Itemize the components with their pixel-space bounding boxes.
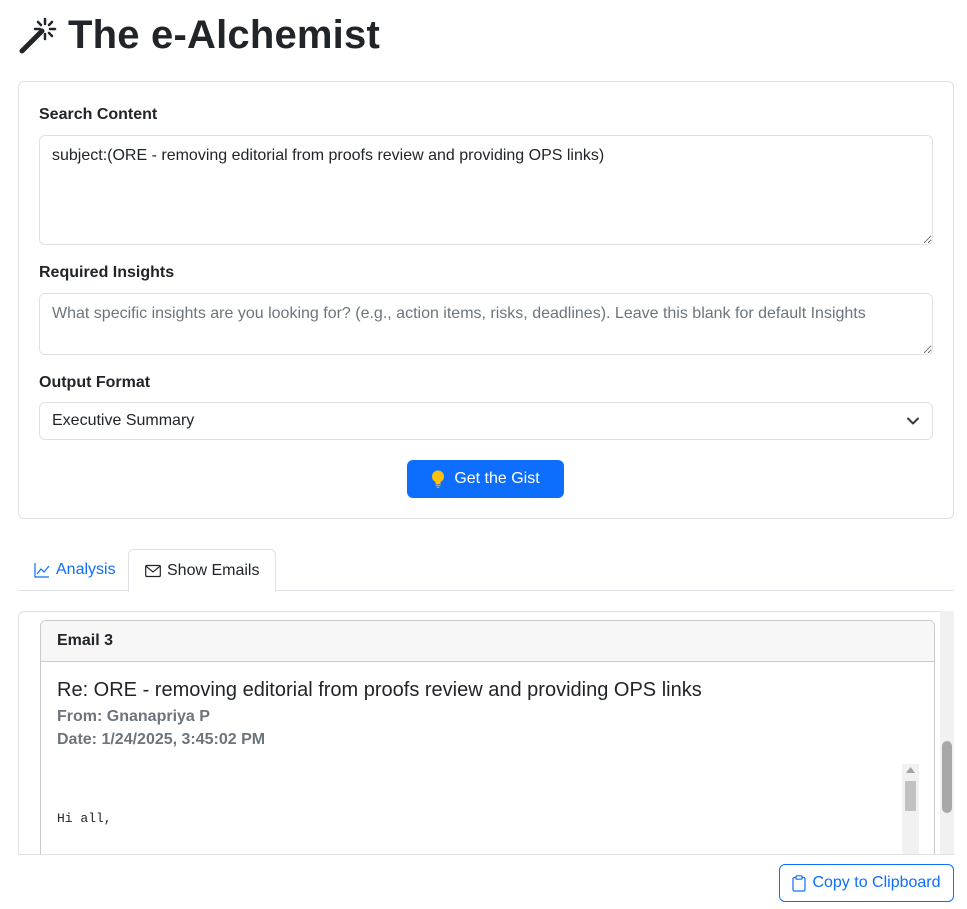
email-body-scroll-thumb[interactable] <box>905 781 916 811</box>
email-subject: Re: ORE - removing editorial from proofs… <box>57 679 702 701</box>
envelope-icon <box>145 564 161 577</box>
get-gist-button[interactable]: Get the Gist <box>407 460 564 498</box>
magic-wand-icon <box>19 17 57 54</box>
email-body[interactable]: Hi all, Please make sure that the new te… <box>57 764 919 854</box>
output-format-value: Executive Summary <box>52 412 195 429</box>
app-header: The e-Alchemist <box>18 10 380 60</box>
copy-to-clipboard-button[interactable]: Copy to Clipboard <box>779 864 954 902</box>
email-from: From: Gnanapriya P <box>57 708 210 725</box>
email-card: Email 3 Re: ORE - removing editorial fro… <box>40 620 935 854</box>
required-insights-label: Required Insights <box>39 264 175 281</box>
copy-to-clipboard-label: Copy to Clipboard <box>812 874 941 891</box>
app-title: The e-Alchemist <box>68 12 380 57</box>
required-insights-input[interactable] <box>39 293 933 355</box>
emails-panel[interactable]: Email 3 Re: ORE - removing editorial fro… <box>18 611 954 854</box>
get-gist-label: Get the Gist <box>454 470 540 487</box>
chevron-down-icon <box>907 417 919 425</box>
line-chart-icon <box>34 563 50 578</box>
query-form-card: Search Content subject:(ORE - removing e… <box>18 81 954 519</box>
tab-show-emails[interactable]: Show Emails <box>128 549 277 592</box>
search-content-label: Search Content <box>39 106 158 123</box>
tab-analysis[interactable]: Analysis <box>18 549 132 591</box>
email-card-header: Email 3 <box>41 621 934 662</box>
tab-analysis-label: Analysis <box>56 561 116 578</box>
email-body-text: Hi all, Please make sure that the new te… <box>57 811 619 854</box>
emails-panel-scroll-thumb[interactable] <box>942 741 952 813</box>
clipboard-icon <box>792 874 807 892</box>
email-date: Date: 1/24/2025, 3:45:02 PM <box>57 731 266 748</box>
output-format-select[interactable]: Executive Summary <box>39 402 933 440</box>
scroll-up-arrow-icon[interactable] <box>906 767 915 773</box>
tab-show-emails-label: Show Emails <box>167 561 260 579</box>
emails-panel-scrollbar[interactable] <box>940 611 954 854</box>
email-body-scrollbar[interactable] <box>902 764 919 854</box>
search-content-input[interactable]: subject:(ORE - removing editorial from p… <box>39 135 933 245</box>
footer-divider <box>18 854 954 855</box>
lightbulb-icon <box>432 470 445 488</box>
result-tabs: Analysis Show Emails <box>18 549 954 592</box>
output-format-label: Output Format <box>39 374 151 391</box>
